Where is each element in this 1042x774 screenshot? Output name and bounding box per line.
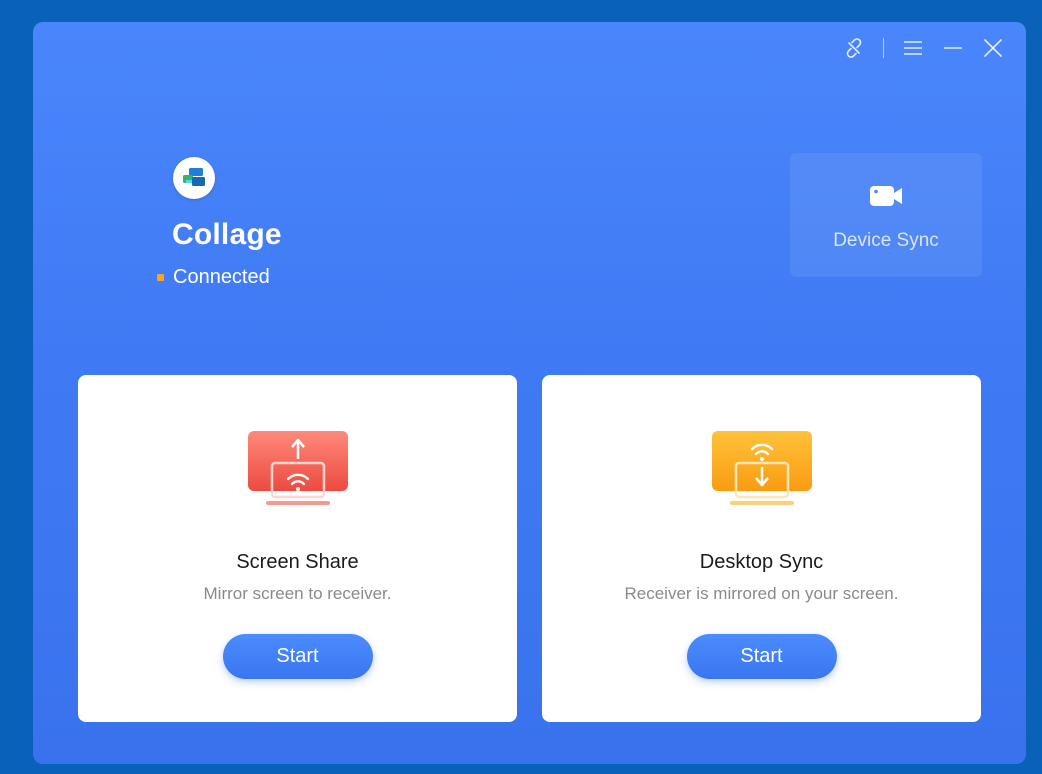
camera-icon <box>868 183 904 214</box>
unlink-icon[interactable] <box>843 37 865 59</box>
minimize-icon[interactable] <box>942 37 964 59</box>
screen-share-description: Mirror screen to receiver. <box>203 584 392 603</box>
device-sync-label: Device Sync <box>833 229 939 251</box>
screen-share-start-button[interactable]: Start <box>222 634 373 679</box>
collage-logo-icon <box>173 157 215 199</box>
screen-share-title: Screen Share <box>236 551 359 573</box>
app-name: Collage <box>172 218 282 251</box>
titlebar-separator <box>882 38 884 58</box>
desktop-sync-start-button[interactable]: Start <box>686 634 837 679</box>
desktop-sync-title: Desktop Sync <box>699 551 824 573</box>
screen-share-card: Screen Share Mirror screen to receiver. … <box>78 375 517 722</box>
status-dot <box>157 274 164 281</box>
desktop-sync-description: Receiver is mirrored on your screen. <box>624 584 899 603</box>
app-window: Collage Connected Device Sync Screen Sha… <box>33 22 1026 764</box>
menu-icon[interactable] <box>902 37 924 59</box>
connection-status: Connected <box>157 266 270 289</box>
device-sync-button[interactable]: Device Sync <box>790 153 982 277</box>
screen-share-icon <box>246 429 350 509</box>
desktop-sync-icon <box>710 429 814 509</box>
status-label: Connected <box>173 266 270 288</box>
titlebar-controls <box>843 36 1005 60</box>
desktop-sync-card: Desktop Sync Receiver is mirrored on you… <box>542 375 981 722</box>
close-icon[interactable] <box>982 37 1004 59</box>
